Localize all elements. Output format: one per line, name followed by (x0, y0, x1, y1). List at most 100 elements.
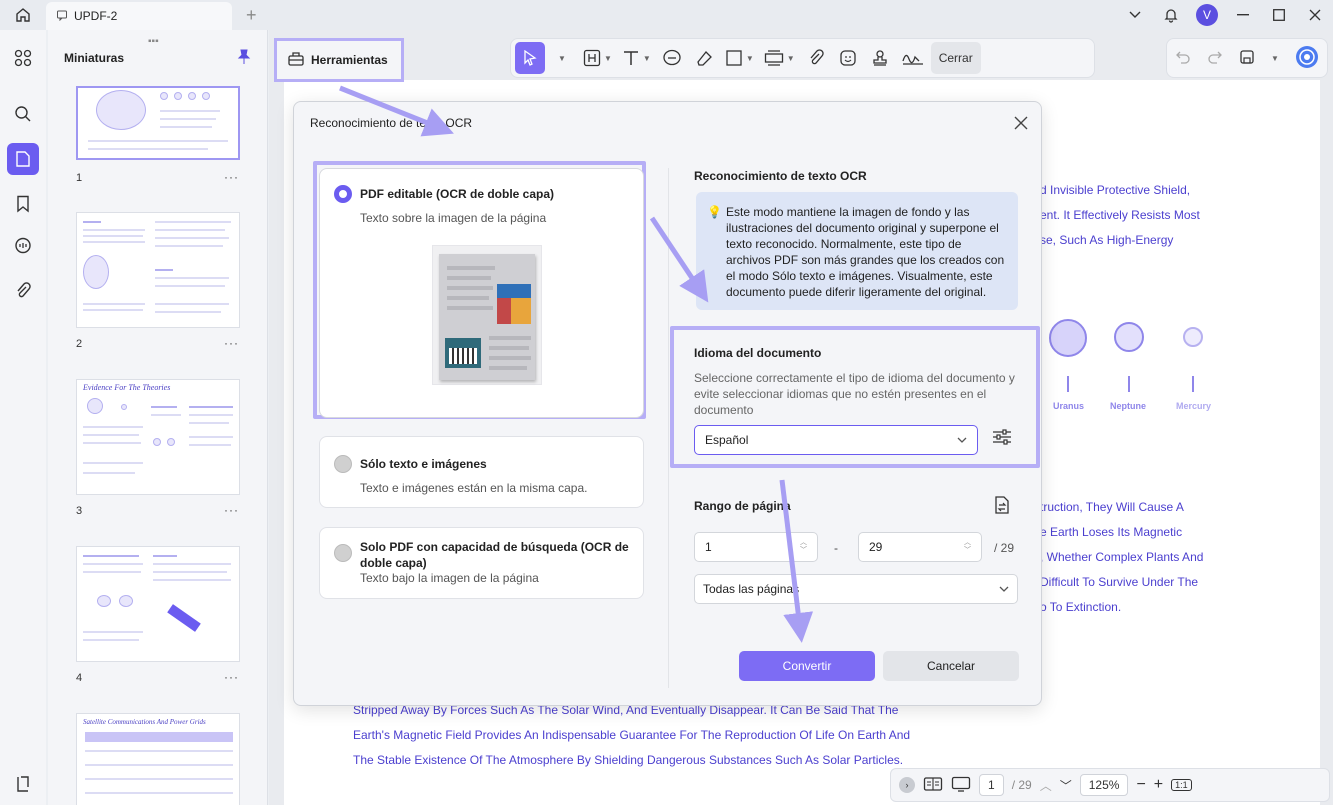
highlight-tool[interactable] (689, 42, 719, 74)
language-select[interactable]: Español (694, 425, 978, 455)
option-text-and-images[interactable]: Sólo texto e imágenes Texto e imágenes e… (319, 436, 644, 508)
tools-label: Herramientas (311, 53, 388, 67)
chevron-down-icon[interactable] (1117, 0, 1153, 30)
collapse-icon[interactable]: › (899, 777, 915, 793)
info-box: 💡 Este modo mantiene la imagen de fondo … (696, 192, 1018, 310)
presentation-icon[interactable] (951, 776, 971, 795)
option-subtitle: Texto bajo la imagen de la página (360, 571, 539, 585)
pages-icon[interactable] (7, 143, 39, 175)
signature-tool[interactable] (897, 42, 929, 74)
text-tool[interactable]: ▼ (618, 42, 655, 74)
thumbnail-more-button[interactable]: ··· (224, 503, 239, 517)
attach-tool[interactable] (801, 42, 831, 74)
new-tab-icon[interactable]: + (246, 5, 257, 26)
option-subtitle: Texto sobre la imagen de la página (360, 211, 547, 225)
attachment-icon[interactable] (7, 275, 39, 307)
redo-icon[interactable] (1207, 50, 1223, 67)
tools-button[interactable]: Herramientas (274, 38, 404, 82)
next-page-icon[interactable]: ﹀ (1060, 777, 1072, 794)
layers-icon[interactable] (7, 768, 39, 800)
page-thumbnail-2[interactable] (76, 212, 240, 328)
eraser-icon (697, 51, 712, 66)
stamp-tool[interactable] (865, 42, 895, 74)
edit-toolbar: ▼ ▼ ▼ ▼ ▼ Cerrar (510, 38, 1095, 78)
history-toolbar: ▼ (1166, 38, 1328, 78)
option-searchable-pdf[interactable]: Solo PDF con capacidad de búsqueda (OCR … (319, 527, 644, 599)
thumbnail-more-button[interactable]: ··· (224, 170, 239, 184)
page-thumbnail-3[interactable]: Evidence For The Theories (76, 379, 240, 495)
stamp-icon (873, 50, 887, 66)
select-dropdown[interactable]: ▼ (547, 42, 577, 74)
page-number-input[interactable]: 1 (979, 774, 1004, 796)
search-icon[interactable] (7, 98, 39, 130)
planet-label: Neptune (1110, 401, 1146, 411)
save-icon[interactable] (1239, 49, 1255, 68)
thumbnail-number: 4 (76, 672, 83, 684)
radio-searchable-pdf[interactable] (334, 544, 352, 562)
bell-icon[interactable] (1153, 0, 1189, 30)
dialog-divider (668, 168, 669, 688)
stepper-icon[interactable]: ︿ ﹀ (964, 539, 971, 555)
range-to-input[interactable]: 29 ︿ ﹀ (858, 532, 982, 562)
form-tool[interactable]: ▼ (760, 42, 799, 74)
page-thumbnail-1[interactable] (76, 86, 240, 160)
previous-page-icon[interactable]: ︿ (1040, 777, 1052, 794)
radio-editable-pdf[interactable] (334, 185, 352, 203)
tab-title: UPDF-2 (74, 9, 118, 23)
range-total: / 29 (994, 541, 1015, 555)
home-icon[interactable] (0, 0, 46, 30)
cursor-icon (524, 50, 537, 66)
language-description: Seleccione correctamente el tipo de idio… (694, 371, 1015, 417)
left-rail (0, 30, 46, 805)
close-tools-button[interactable]: Cerrar (930, 42, 981, 74)
zoom-out-icon[interactable]: − (1136, 776, 1145, 794)
thumbnail-number: 3 (76, 505, 83, 517)
page-thumbnail-4[interactable] (76, 546, 240, 662)
maximize-icon[interactable] (1261, 0, 1297, 30)
undo-icon[interactable] (1175, 50, 1191, 67)
stepper-icon[interactable]: ︿ ﹀ (800, 539, 807, 555)
comment-icon[interactable] (7, 230, 39, 262)
page-preset-select[interactable]: Todas las páginas (694, 574, 1018, 604)
actual-size-icon[interactable]: 1:1 (1171, 779, 1192, 791)
option-editable-pdf[interactable]: PDF editable (OCR de doble capa) Texto s… (319, 168, 644, 418)
pin-icon[interactable] (237, 49, 251, 68)
minimize-icon[interactable] (1225, 0, 1261, 30)
page-thumbnail-5[interactable]: Satellite Communications And Power Grids (76, 713, 240, 805)
reading-mode-icon[interactable] (923, 776, 943, 795)
page-range-title: Rango de página (694, 499, 791, 513)
comment-tool[interactable] (657, 42, 687, 74)
range-from-input[interactable]: 1 ︿ ﹀ (694, 532, 818, 562)
thumbnail-panel: Miniaturas ▪▪▪ 1 ··· 2 ··· Evidence For … (48, 30, 268, 805)
range-dash: - (834, 541, 838, 555)
zoom-in-icon[interactable]: + (1154, 776, 1163, 794)
drag-handle[interactable]: ▪▪▪ (148, 36, 159, 47)
grid-icon[interactable] (7, 42, 39, 74)
thumbnail-more-button[interactable]: ··· (224, 336, 239, 350)
ai-assistant-icon[interactable] (1295, 45, 1319, 72)
zoom-level[interactable]: 125% (1079, 774, 1129, 796)
planet-label: Mercury (1176, 401, 1212, 411)
chevron-down-icon[interactable]: ▼ (1271, 54, 1279, 63)
shape-tool[interactable]: ▼ (721, 42, 758, 74)
option-title: Solo PDF con capacidad de búsqueda (OCR … (360, 540, 629, 570)
radio-text-and-images[interactable] (334, 455, 352, 473)
bookmark-icon[interactable] (7, 188, 39, 220)
language-title: Idioma del documento (694, 346, 822, 360)
select-tool[interactable] (515, 42, 545, 74)
language-settings-icon[interactable] (992, 428, 1012, 451)
close-dialog-icon[interactable] (1014, 114, 1028, 135)
sticker-tool[interactable] (833, 42, 863, 74)
textbox-icon (583, 49, 601, 67)
textbox-tool[interactable]: ▼ (579, 42, 616, 74)
title-bar: UPDF-2 + V (0, 0, 1333, 30)
thumbnail-more-button[interactable]: ··· (224, 670, 239, 684)
page-range-icon[interactable] (992, 495, 1012, 518)
lightbulb-icon: 💡 (707, 205, 722, 219)
toolbox-icon (287, 51, 305, 70)
close-window-icon[interactable] (1297, 0, 1333, 30)
cancel-button[interactable]: Cancelar (883, 651, 1019, 681)
avatar[interactable]: V (1189, 0, 1225, 30)
convert-button[interactable]: Convertir (739, 651, 875, 681)
document-tab[interactable]: UPDF-2 (46, 2, 232, 30)
